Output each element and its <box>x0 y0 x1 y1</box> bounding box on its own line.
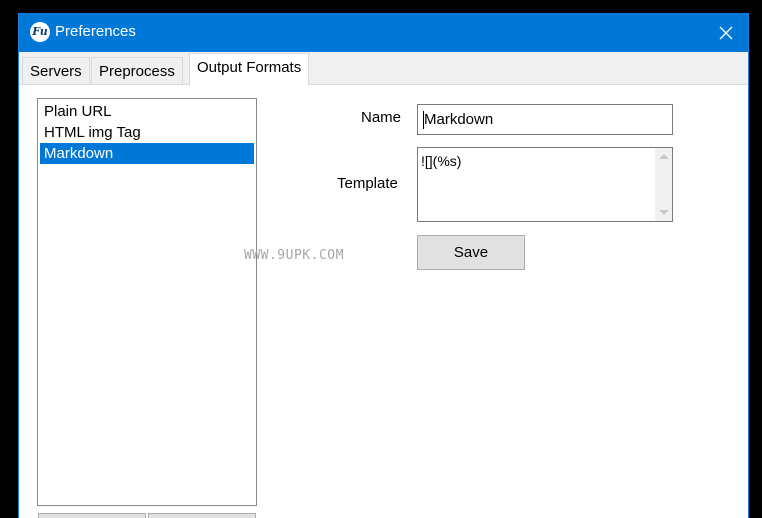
app-logo-icon: Fu <box>30 22 50 42</box>
chevron-down-icon[interactable] <box>659 210 669 215</box>
title-bar: Fu Preferences <box>19 13 748 52</box>
chevron-up-icon[interactable] <box>659 154 669 159</box>
tab-servers[interactable]: Servers <box>22 57 90 85</box>
formats-listbox[interactable]: Plain URL HTML img Tag Markdown <box>37 98 257 506</box>
window-title: Preferences <box>55 23 136 40</box>
remove-format-button[interactable] <box>148 513 256 518</box>
watermark-text: WWW.9UPK.COM <box>244 248 344 263</box>
template-scrollbar[interactable] <box>655 148 672 221</box>
name-label: Name <box>361 109 402 126</box>
tab-output-formats[interactable]: Output Formats <box>189 53 310 85</box>
close-button[interactable] <box>704 13 748 52</box>
name-input-value: Markdown <box>424 111 494 128</box>
name-input[interactable]: Markdown <box>417 104 673 135</box>
list-item-markdown[interactable]: Markdown <box>40 143 254 164</box>
preferences-window: Fu Preferences Servers Preprocess Output… <box>18 13 749 518</box>
template-value: ![](%s) <box>421 153 462 169</box>
close-icon <box>719 26 733 39</box>
save-button[interactable]: Save <box>417 235 525 270</box>
list-item-plain-url[interactable]: Plain URL <box>40 101 254 122</box>
output-formats-panel: Plain URL HTML img Tag Markdown WWW.9UPK… <box>19 84 748 518</box>
list-item-html-img-tag[interactable]: HTML img Tag <box>40 122 254 143</box>
text-caret <box>423 111 424 129</box>
tab-preprocess[interactable]: Preprocess <box>91 57 183 85</box>
template-textarea[interactable]: ![](%s) <box>417 147 673 222</box>
template-label: Template <box>337 175 398 192</box>
add-format-button[interactable] <box>38 513 146 518</box>
